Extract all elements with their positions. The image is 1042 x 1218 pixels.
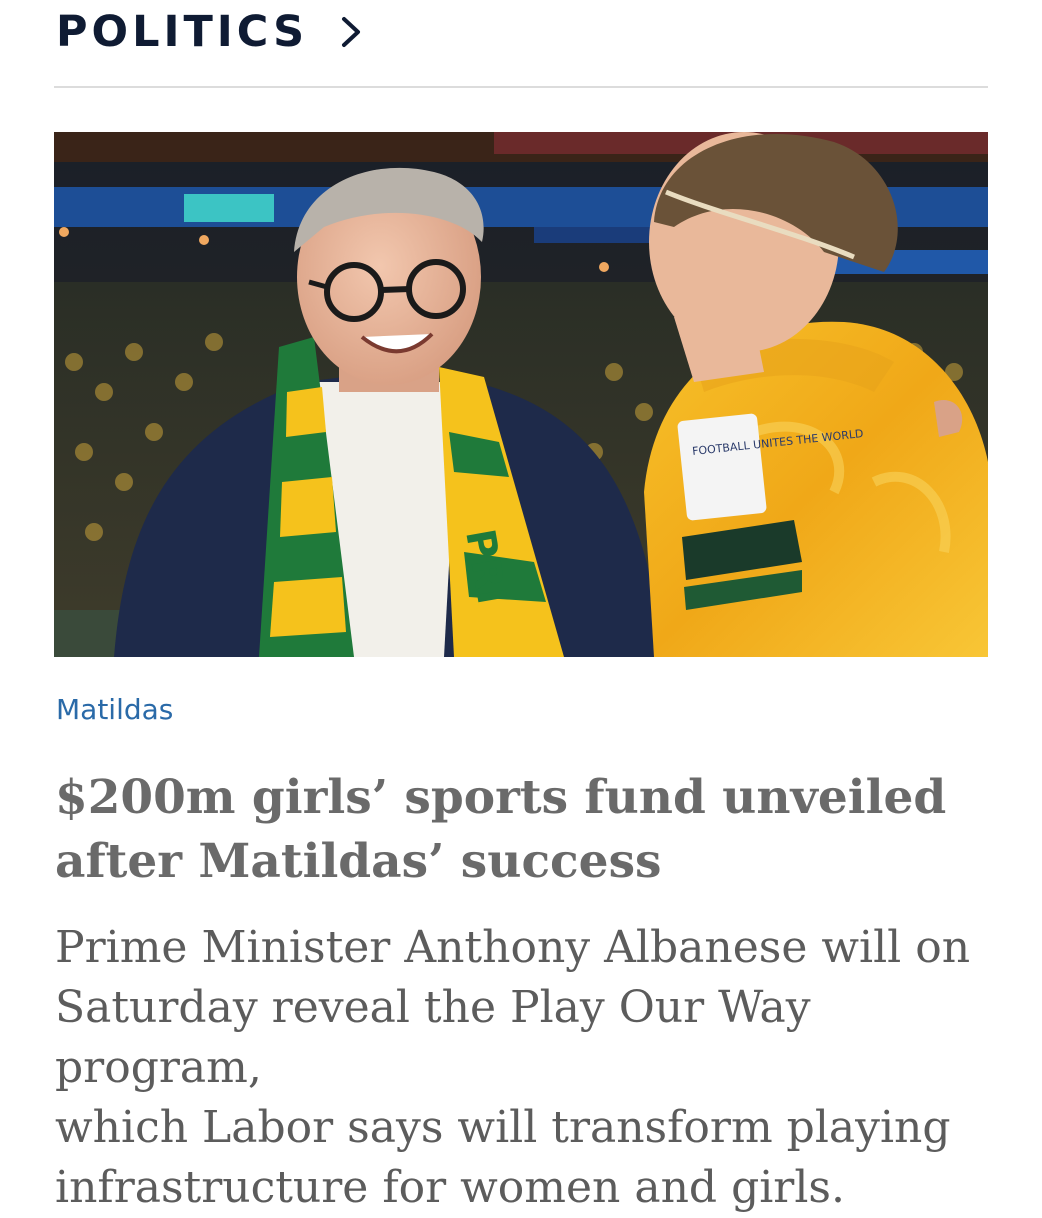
standfirst-line-3: which Labor says will transform playing [55,1102,951,1153]
chevron-right-icon [340,15,362,49]
section-title: POLITICS [56,7,309,57]
article-standfirst: Prime Minister Anthony Albanese will on … [55,918,1015,1218]
standfirst-line-2: Saturday reveal the Play Our Way program… [55,982,811,1093]
headline-line-2: after Matildas’ success [55,834,662,889]
section-divider [54,86,988,88]
section-header-politics[interactable]: POLITICS [56,4,362,60]
article-hero-image[interactable]: PRI FOOTBALL UNITES THE WORLD [54,132,988,657]
headline-line-1: $200m girls’ sports fund unveiled [55,770,947,825]
article-tag[interactable]: Matildas [56,693,173,726]
standfirst-line-4: infrastructure for women and girls. [55,1162,845,1213]
article-headline[interactable]: $200m girls’ sports fund unveiled after … [55,766,995,894]
standfirst-line-1: Prime Minister Anthony Albanese will on [55,922,971,973]
